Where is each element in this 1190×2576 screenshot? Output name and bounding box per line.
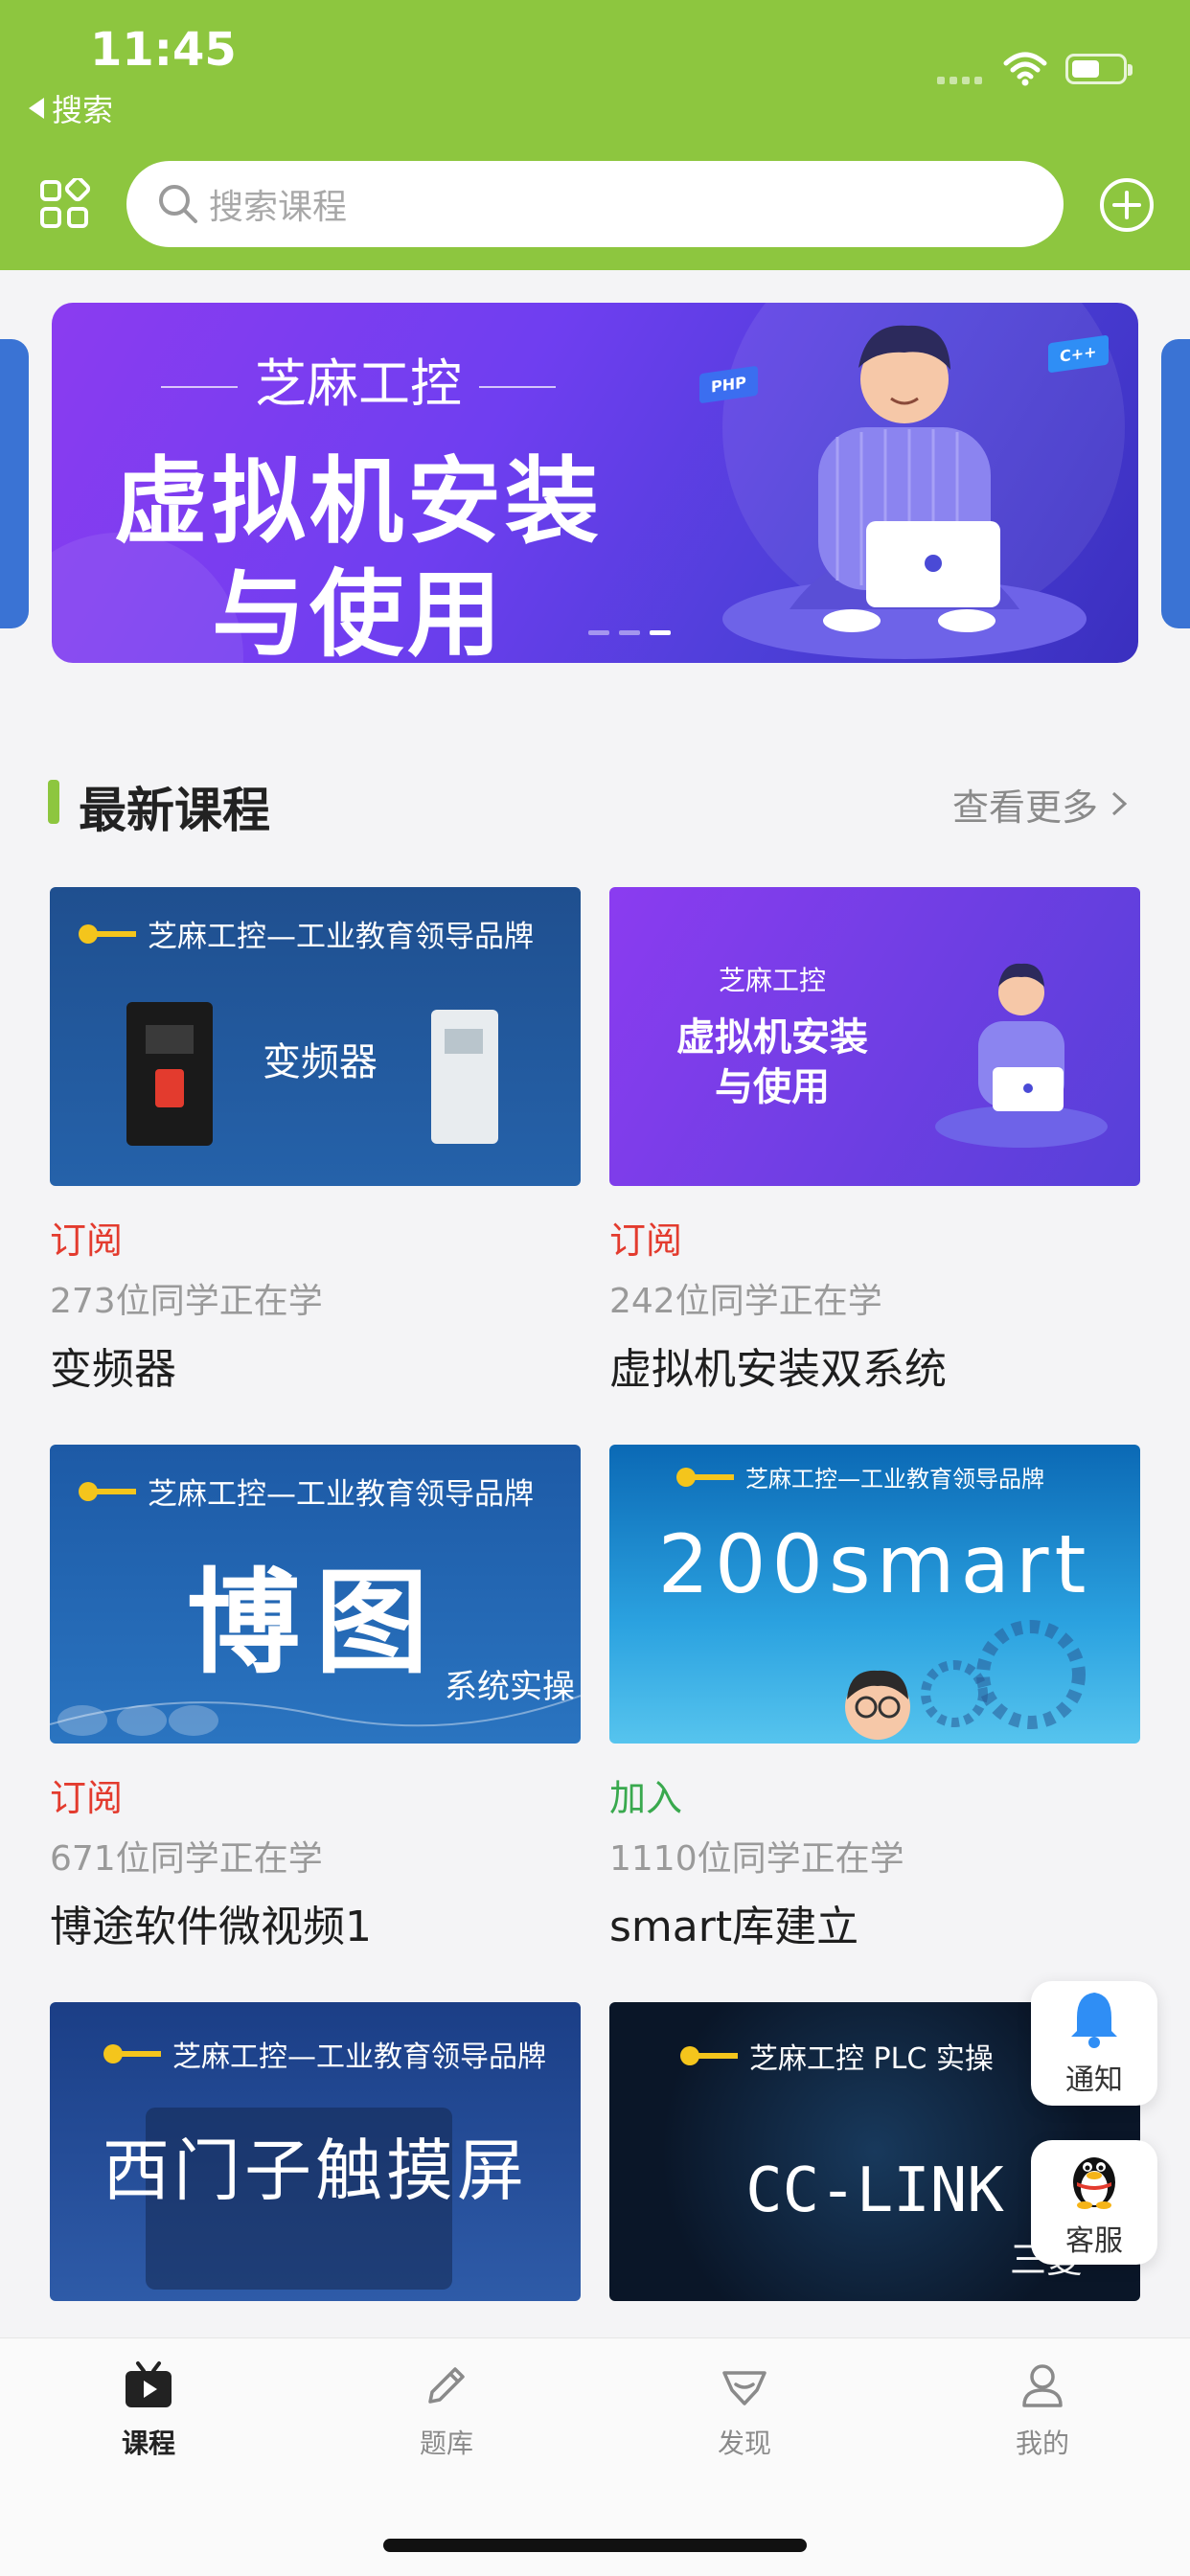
learners-count: 671位同学正在学 <box>50 1839 323 1879</box>
banner-next-slide[interactable] <box>1161 339 1190 628</box>
course-card[interactable]: 芝麻工控 虚拟机安装 与使用 订阅 242位同学正在学 虚拟机安装双系统 <box>609 887 1140 1396</box>
play-tv-icon <box>126 2361 172 2407</box>
thumb-brand: 芝麻工控—工业教育领导品牌 <box>79 912 534 955</box>
thumb-brand: 芝麻工控—工业教育领导品牌 <box>103 2033 546 2075</box>
person-laptop-illustration <box>935 963 1108 1148</box>
category-grid-icon[interactable] <box>38 178 90 230</box>
inverter-device-icon <box>431 1010 498 1144</box>
home-indicator[interactable] <box>383 2539 807 2552</box>
course-thumbnail: 芝麻工控—工业教育领导品牌 200smart <box>609 1445 1140 1744</box>
view-more-label: 查看更多 <box>952 786 1099 829</box>
course-card[interactable]: 芝麻工控—工业教育领导品牌 博图 系统实操 订阅 671位同学正在学 博途软件微… <box>50 1445 581 1953</box>
status-time: 11:45 <box>90 23 237 77</box>
section-title: 最新课程 <box>79 783 270 838</box>
banner-prev-slide[interactable] <box>0 339 29 628</box>
person-laptop-illustration <box>722 325 1087 659</box>
tab-label: 课程 <box>121 2428 175 2459</box>
wave-decoration <box>50 1695 581 1736</box>
thumb-text: 变频器 <box>263 1040 378 1084</box>
key-logo-icon <box>680 2046 738 2065</box>
key-logo-icon <box>79 923 136 944</box>
search-input[interactable]: 搜索课程 <box>126 161 1064 247</box>
learners-count: 273位同学正在学 <box>50 1282 323 1321</box>
gears-illustration <box>845 1620 1086 1740</box>
course-thumbnail: 芝麻工控 虚拟机安装 与使用 <box>609 887 1140 1186</box>
back-to-search-link[interactable]: 搜索 <box>29 86 113 130</box>
back-triangle-icon <box>29 98 44 119</box>
tab-label: 题库 <box>419 2428 473 2459</box>
thumb-text: 虚拟机安装 <box>676 1015 868 1060</box>
section-accent-bar <box>48 780 59 824</box>
key-logo-icon <box>676 1467 734 1487</box>
thumb-brand: 芝麻工控 <box>718 965 826 996</box>
course-title: 虚拟机安装双系统 <box>609 1345 947 1394</box>
course-thumbnail: 芝麻工控—工业教育领导品牌 变频器 <box>50 887 581 1186</box>
thumb-text: 200smart <box>657 1517 1092 1611</box>
promo-banner[interactable]: 芝麻工控 虚拟机安装 与使用 PHP C++ <box>52 303 1138 663</box>
search-placeholder: 搜索课程 <box>209 188 348 227</box>
banner-brand: 芝麻工控 <box>52 341 665 417</box>
customer-service-label: 客服 <box>1065 2224 1123 2258</box>
course-card[interactable]: 芝麻工控—工业教育领导品牌 变频器 订阅 273位同学正在学 变频器 <box>50 887 581 1396</box>
back-label: 搜索 <box>52 92 114 128</box>
subscribe-status[interactable]: 订阅 <box>50 1768 581 1821</box>
course-title: 博途软件微视频1 <box>50 1903 372 1951</box>
person-icon <box>1022 2364 1063 2407</box>
course-thumbnail: 芝麻工控—工业教育领导品牌 西门子触摸屏 <box>50 2002 581 2301</box>
tab-discover[interactable]: 发现 <box>668 2359 821 2461</box>
qq-penguin-icon <box>1073 2157 1115 2209</box>
diamond-icon <box>722 2371 767 2405</box>
inverter-device-icon <box>126 1002 213 1146</box>
bell-icon <box>1071 1993 1117 2048</box>
thumb-text: 与使用 <box>715 1065 830 1109</box>
learners-count: 242位同学正在学 <box>609 1282 882 1321</box>
thumb-brand: 芝麻工控—工业教育领导品牌 <box>676 1460 1044 1493</box>
pencil-icon <box>428 2367 465 2404</box>
course-thumbnail: 芝麻工控—工业教育领导品牌 博图 系统实操 <box>50 1445 581 1744</box>
battery-icon <box>1065 54 1133 84</box>
tab-label: 我的 <box>1015 2428 1069 2459</box>
view-more-link[interactable]: 查看更多 <box>952 778 1129 831</box>
tab-courses[interactable]: 课程 <box>72 2359 225 2461</box>
tab-label: 发现 <box>717 2428 771 2459</box>
subscribe-status[interactable]: 订阅 <box>50 1211 581 1264</box>
banner-pagination <box>588 630 671 635</box>
learners-count: 1110位同学正在学 <box>609 1839 904 1879</box>
course-title: 变频器 <box>50 1345 176 1394</box>
tab-question-bank[interactable]: 题库 <box>370 2359 523 2461</box>
banner-title-line2: 与使用 <box>211 560 505 663</box>
chevron-right-icon <box>1112 791 1128 816</box>
course-card[interactable]: 芝麻工控—工业教育领导品牌 200smart 加入 1110位同学正在学 sma… <box>609 1445 1140 1953</box>
cellular-signal-icon <box>937 77 982 84</box>
subscribe-status[interactable]: 订阅 <box>609 1211 1140 1264</box>
thumb-brand: 芝麻工控—工业教育领导品牌 <box>79 1470 534 1513</box>
wifi-icon <box>1003 52 1047 86</box>
thumb-text: 西门子触摸屏 <box>103 2131 528 2210</box>
tab-mine[interactable]: 我的 <box>966 2359 1119 2461</box>
notification-button[interactable]: 通知 <box>1031 1981 1157 2106</box>
course-title: smart库建立 <box>609 1903 859 1951</box>
customer-service-button[interactable]: 客服 <box>1031 2140 1157 2265</box>
course-card[interactable]: 芝麻工控—工业教育领导品牌 西门子触摸屏 <box>50 2002 581 2301</box>
join-status[interactable]: 加入 <box>609 1768 1140 1821</box>
app-header: 11:45 搜索 搜索课程 <box>0 0 1190 270</box>
key-logo-icon <box>79 1481 136 1501</box>
search-icon <box>159 185 197 223</box>
key-logo-icon <box>103 2044 161 2063</box>
add-circle-icon[interactable] <box>1098 176 1156 234</box>
notification-label: 通知 <box>1065 2063 1123 2097</box>
thumb-brand: 芝麻工控 PLC 实操 <box>680 2035 994 2077</box>
